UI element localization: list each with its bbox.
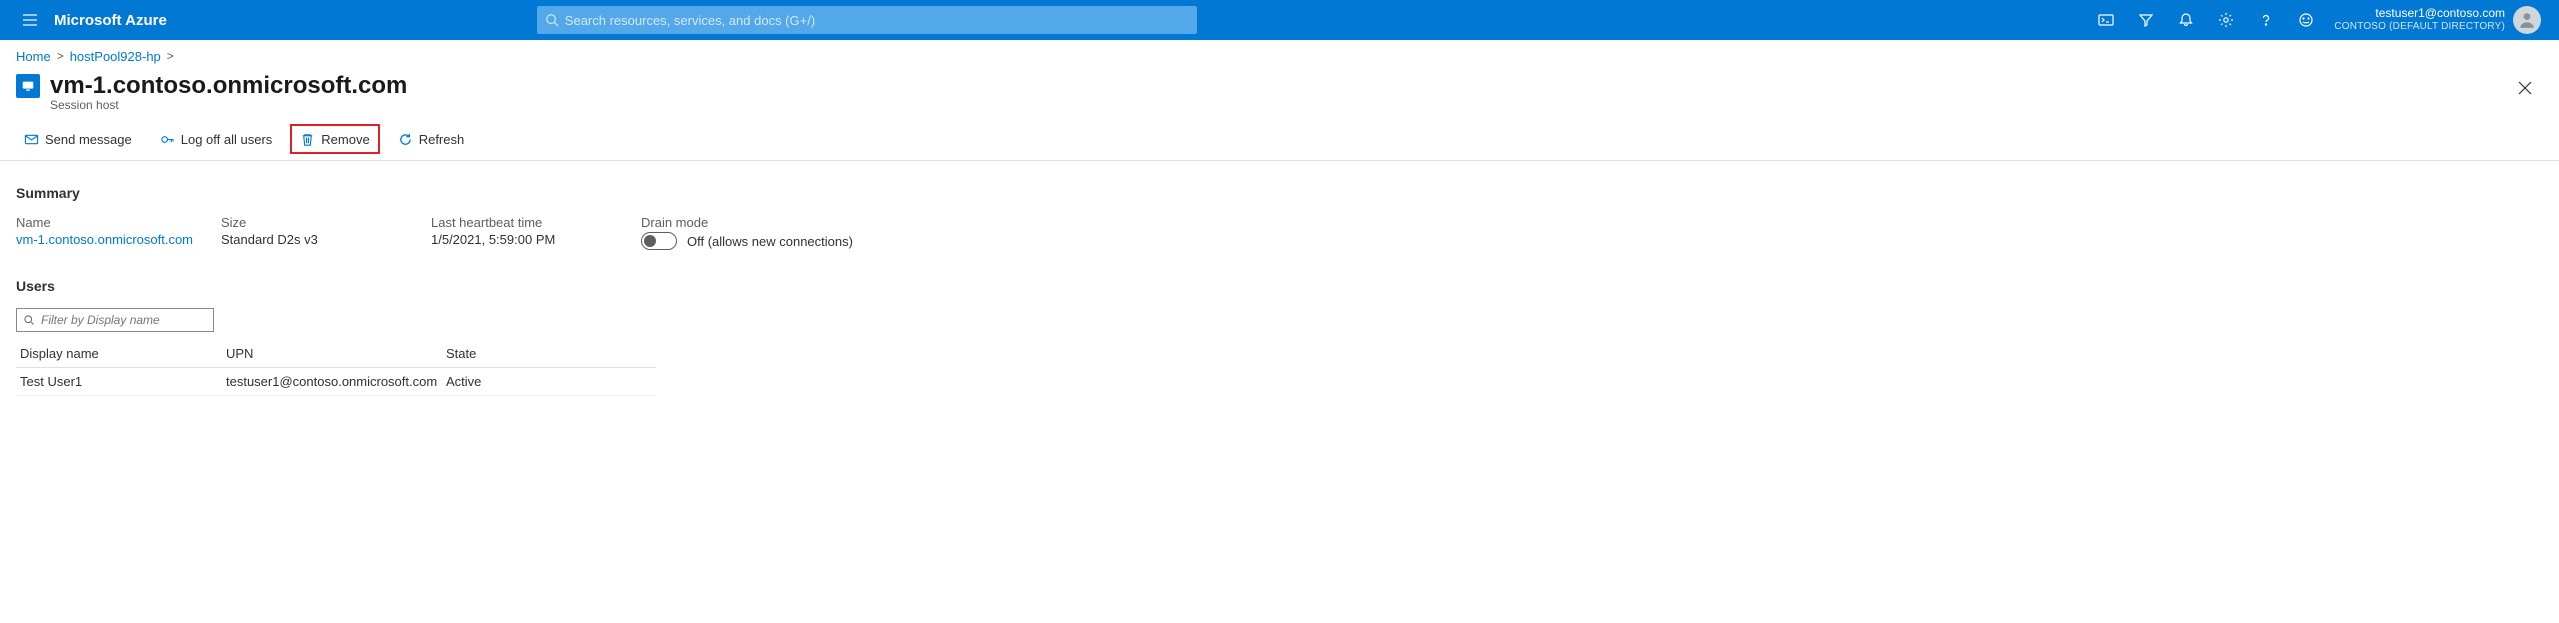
log-off-label: Log off all users <box>181 132 273 147</box>
send-message-button[interactable]: Send message <box>14 124 142 154</box>
filter-icon <box>2138 12 2154 28</box>
summary-size: Size Standard D2s v3 <box>221 215 411 250</box>
page-header-row: vm-1.contoso.onmicrosoft.com <box>16 72 2543 100</box>
summary-name-label: Name <box>16 215 201 230</box>
menu-icon <box>22 12 38 28</box>
settings-button[interactable] <box>2206 0 2246 40</box>
summary-drain: Drain mode Off (allows new connections) <box>641 215 853 250</box>
drain-mode-toggle[interactable] <box>641 232 677 250</box>
cloud-shell-button[interactable] <box>2086 0 2126 40</box>
summary-title: Summary <box>16 185 2543 201</box>
person-icon <box>2518 11 2536 29</box>
users-filter-input[interactable] <box>41 313 207 327</box>
cell-upn: testuser1@contoso.onmicrosoft.com <box>226 374 446 389</box>
page-header: vm-1.contoso.onmicrosoft.com Session hos… <box>0 66 2559 120</box>
breadcrumb: Home > hostPool928-hp > <box>0 40 2559 66</box>
remove-label: Remove <box>321 132 369 147</box>
users-table-header: Display name UPN State <box>16 340 656 368</box>
toggle-knob <box>644 235 656 247</box>
topbar: Microsoft Azure testuser1@contoso.com <box>0 0 2559 40</box>
table-row[interactable]: Test User1 testuser1@contoso.onmicrosoft… <box>16 368 656 396</box>
account-text: testuser1@contoso.com CONTOSO (DEFAULT D… <box>2334 7 2505 32</box>
breadcrumb-sep: > <box>57 49 64 63</box>
cell-display-name: Test User1 <box>16 374 226 389</box>
summary-heartbeat-label: Last heartbeat time <box>431 215 621 230</box>
search-wrap <box>537 6 1197 34</box>
summary-size-label: Size <box>221 215 411 230</box>
avatar <box>2513 6 2541 34</box>
trash-icon <box>300 132 315 147</box>
account-directory: CONTOSO (DEFAULT DIRECTORY) <box>2334 21 2505 33</box>
drain-row: Off (allows new connections) <box>641 232 853 250</box>
content: Summary Name vm-1.contoso.onmicrosoft.co… <box>0 161 2559 436</box>
help-icon <box>2258 12 2274 28</box>
col-upn[interactable]: UPN <box>226 346 446 361</box>
users-title: Users <box>16 278 2543 294</box>
refresh-button[interactable]: Refresh <box>388 124 475 154</box>
brand[interactable]: Microsoft Azure <box>54 12 167 29</box>
directory-filter-button[interactable] <box>2126 0 2166 40</box>
users-table: Display name UPN State Test User1 testus… <box>16 340 656 396</box>
search-icon <box>23 314 35 326</box>
summary-name-link[interactable]: vm-1.contoso.onmicrosoft.com <box>16 232 193 247</box>
summary-size-value: Standard D2s v3 <box>221 232 411 247</box>
account-menu[interactable]: testuser1@contoso.com CONTOSO (DEFAULT D… <box>2326 0 2549 40</box>
page-title: vm-1.contoso.onmicrosoft.com <box>50 72 407 100</box>
breadcrumb-home[interactable]: Home <box>16 49 51 64</box>
col-display-name[interactable]: Display name <box>16 346 226 361</box>
search-icon <box>545 13 559 27</box>
summary-drain-value: Off (allows new connections) <box>687 234 853 249</box>
session-host-icon <box>16 74 40 98</box>
close-icon <box>2518 81 2532 95</box>
send-message-label: Send message <box>45 132 132 147</box>
refresh-label: Refresh <box>419 132 465 147</box>
feedback-button[interactable] <box>2286 0 2326 40</box>
top-icons: testuser1@contoso.com CONTOSO (DEFAULT D… <box>2086 0 2549 40</box>
cloud-shell-icon <box>2098 12 2114 28</box>
gear-icon <box>2218 12 2234 28</box>
bell-icon <box>2178 12 2194 28</box>
notifications-button[interactable] <box>2166 0 2206 40</box>
close-button[interactable] <box>2509 72 2541 104</box>
remove-button[interactable]: Remove <box>290 124 379 154</box>
mail-icon <box>24 132 39 147</box>
command-bar: Send message Log off all users Remove Re… <box>0 120 2559 161</box>
refresh-icon <box>398 132 413 147</box>
page-subtitle: Session host <box>50 98 2543 112</box>
account-email: testuser1@contoso.com <box>2334 7 2505 21</box>
summary-drain-label: Drain mode <box>641 215 853 230</box>
help-button[interactable] <box>2246 0 2286 40</box>
monitor-icon <box>21 79 35 93</box>
summary-heartbeat-value: 1/5/2021, 5:59:00 PM <box>431 232 621 247</box>
summary-grid: Name vm-1.contoso.onmicrosoft.com Size S… <box>16 215 2543 250</box>
summary-heartbeat: Last heartbeat time 1/5/2021, 5:59:00 PM <box>431 215 621 250</box>
global-search[interactable] <box>537 6 1197 34</box>
feedback-icon <box>2298 12 2314 28</box>
breadcrumb-parent[interactable]: hostPool928-hp <box>70 49 161 64</box>
log-off-button[interactable]: Log off all users <box>150 124 283 154</box>
col-state[interactable]: State <box>446 346 566 361</box>
users-filter[interactable] <box>16 308 214 332</box>
search-input[interactable] <box>565 13 1189 28</box>
key-icon <box>160 132 175 147</box>
cell-state: Active <box>446 374 566 389</box>
breadcrumb-sep: > <box>167 49 174 63</box>
hamburger-menu[interactable] <box>10 0 50 40</box>
summary-name: Name vm-1.contoso.onmicrosoft.com <box>16 215 201 250</box>
